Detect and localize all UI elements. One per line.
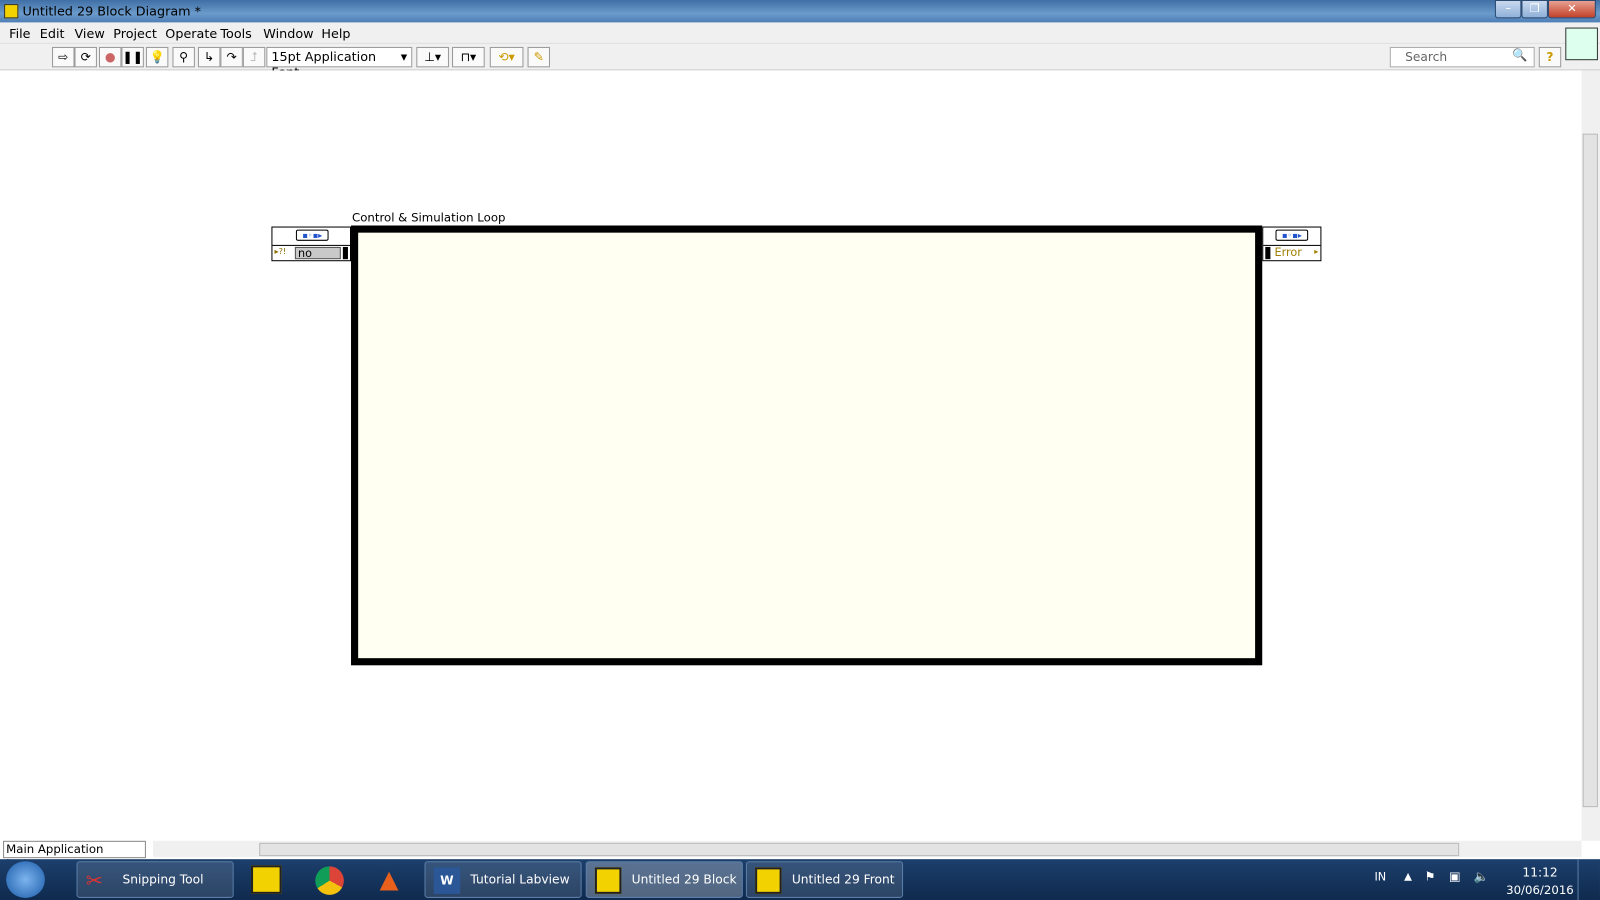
- network-icon[interactable]: ▣: [1449, 869, 1461, 883]
- task-label: Untitled 29 Block ...: [631, 872, 737, 887]
- pause-icon[interactable]: ❚❚: [121, 46, 144, 68]
- close-button[interactable]: ✕: [1547, 0, 1596, 19]
- align-objects-icon[interactable]: ⊥▾: [416, 46, 449, 68]
- horizontal-scroll-thumb[interactable]: [259, 842, 1460, 857]
- run-continuously-icon[interactable]: ⟳: [74, 46, 97, 68]
- title-bar: Untitled 29 Block Diagram * – ❐ ✕: [0, 0, 1600, 23]
- clean-up-diagram-icon[interactable]: ✎: [527, 46, 550, 68]
- labview-icon: [594, 867, 622, 894]
- search-icon[interactable]: 🔍: [1512, 48, 1527, 62]
- maximize-button[interactable]: ❐: [1521, 0, 1548, 19]
- menu-file[interactable]: File: [9, 26, 30, 41]
- horizontal-scrollbar[interactable]: [153, 840, 1582, 858]
- menu-project[interactable]: Project: [113, 26, 157, 41]
- retain-wire-values-icon[interactable]: ⚲: [172, 46, 195, 68]
- clock-time[interactable]: 11:12: [1522, 865, 1557, 879]
- output-node[interactable]: ▪◦▪▸ Error ▸: [1262, 226, 1322, 262]
- menu-window[interactable]: Window: [263, 26, 313, 41]
- taskbar-snipping-tool[interactable]: ✂ Snipping Tool: [76, 861, 234, 898]
- taskbar-block-diagram[interactable]: Untitled 29 Block ...: [585, 861, 743, 898]
- menu-bar: File Edit View Project Operate Tools Win…: [0, 22, 1600, 44]
- config-icon: ▪◦▪▸: [1275, 229, 1309, 241]
- vertical-scrollbar[interactable]: [1581, 70, 1600, 841]
- window-title: Untitled 29 Block Diagram *: [22, 3, 202, 19]
- minimize-button[interactable]: –: [1494, 0, 1522, 19]
- language-indicator[interactable]: IN: [1374, 870, 1386, 883]
- taskbar-word[interactable]: W Tutorial Labview -...: [424, 861, 582, 898]
- labview-icon: [4, 4, 19, 19]
- terminal-arrow-icon: ▸?!: [274, 246, 287, 257]
- word-icon: W: [433, 867, 461, 894]
- show-desktop-button[interactable]: [1577, 859, 1600, 900]
- task-label: Untitled 29 Front ...: [791, 872, 895, 887]
- menu-edit[interactable]: Edit: [40, 26, 65, 41]
- loop-label: Control & Simulation Loop: [352, 210, 506, 225]
- step-out-icon[interactable]: ⮥: [242, 46, 266, 68]
- search-placeholder: Search: [1405, 49, 1448, 65]
- labview-pinned-icon[interactable]: [251, 865, 282, 894]
- step-into-icon[interactable]: ↳: [197, 46, 221, 68]
- config-icon: ▪◦▪▸: [295, 229, 329, 241]
- task-label: Snipping Tool: [122, 872, 204, 887]
- search-input[interactable]: Search 🔍: [1389, 46, 1535, 68]
- taskbar-front-panel[interactable]: Untitled 29 Front ...: [745, 861, 904, 898]
- input-value[interactable]: no: [294, 246, 341, 259]
- input-node[interactable]: ▪◦▪▸ ▸?! no: [271, 226, 352, 262]
- clock-date[interactable]: 30/06/2016: [1506, 883, 1574, 897]
- vi-icon: [1565, 27, 1598, 61]
- scissors-icon: ✂: [85, 868, 103, 893]
- task-label: Tutorial Labview -...: [470, 872, 570, 887]
- output-value: Error: [1274, 245, 1302, 260]
- control-simulation-loop[interactable]: [351, 225, 1263, 666]
- distribute-objects-icon[interactable]: ⊓▾: [452, 46, 485, 68]
- show-hidden-icons[interactable]: ▲: [1404, 871, 1412, 882]
- chevron-down-icon: ▾: [400, 48, 408, 65]
- reorder-icon[interactable]: ⟲▾: [489, 46, 524, 68]
- action-center-icon[interactable]: ⚑: [1424, 869, 1435, 883]
- run-arrow-icon[interactable]: ⇨: [52, 46, 75, 68]
- labview-icon: [755, 867, 782, 894]
- vertical-scroll-thumb[interactable]: [1582, 133, 1598, 808]
- abort-icon[interactable]: ●: [98, 46, 122, 68]
- start-button[interactable]: [6, 861, 45, 898]
- highlight-execution-icon[interactable]: 💡: [145, 46, 169, 68]
- chrome-icon[interactable]: [315, 866, 344, 895]
- matlab-icon[interactable]: ▲: [380, 865, 399, 894]
- taskbar: ✂Snipping Tool ▲ WTutorial Labview -... …: [0, 859, 1600, 900]
- help-icon[interactable]: ?: [1538, 46, 1562, 68]
- font-dropdown[interactable]: 15pt Application Font▾: [266, 46, 413, 80]
- volume-muted-icon[interactable]: 🔈: [1473, 869, 1488, 883]
- toolbar: ⇨ ⟳ ● ❚❚ 💡 ⚲ ↳ ↷ ⮥ 15pt Application Font…: [0, 27, 1600, 80]
- menu-operate[interactable]: Operate: [165, 26, 217, 41]
- application-instance[interactable]: Main Application Instance: [3, 840, 146, 870]
- menu-view[interactable]: View: [74, 26, 104, 41]
- step-over-icon[interactable]: ↷: [220, 46, 243, 68]
- menu-tools[interactable]: Tools: [220, 26, 251, 41]
- menu-help[interactable]: Help: [321, 26, 350, 41]
- terminal-arrow-icon: ▸: [1314, 246, 1319, 257]
